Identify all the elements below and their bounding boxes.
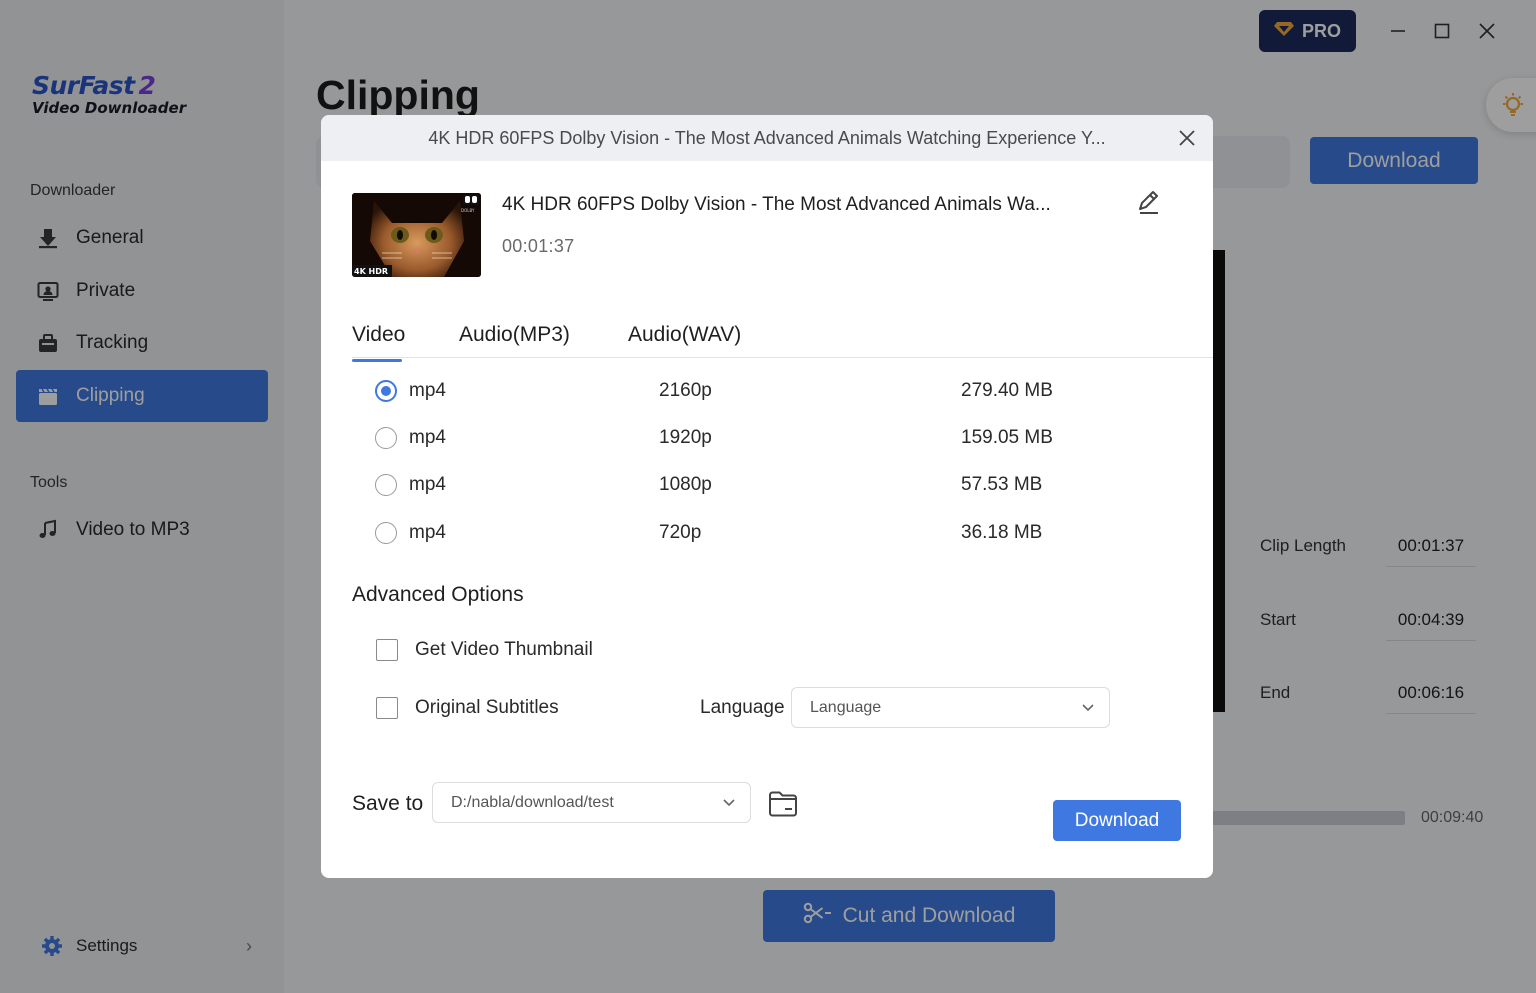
format-radio[interactable]	[375, 522, 397, 544]
pencil-icon	[1139, 191, 1158, 214]
advanced-options-title: Advanced Options	[352, 583, 524, 606]
video-thumbnail: DOLBY 4K HDR	[352, 193, 481, 277]
thumbnail-badge: 4K HDR	[354, 267, 388, 276]
download-options-dialog: 4K HDR 60FPS Dolby Vision - The Most Adv…	[321, 115, 1213, 878]
cat-thumbnail-image: DOLBY 4K HDR	[352, 193, 481, 277]
format-extension: mp4	[409, 474, 446, 495]
video-duration: 00:01:37	[502, 236, 575, 256]
format-size: 57.53 MB	[961, 474, 1043, 495]
dialog-header: 4K HDR 60FPS Dolby Vision - The Most Adv…	[321, 115, 1213, 161]
original-subtitles-option[interactable]: Original Subtitles	[376, 697, 559, 719]
format-extension: mp4	[409, 522, 446, 543]
language-select-value: Language	[810, 698, 882, 716]
format-size: 159.05 MB	[961, 427, 1053, 448]
format-radio[interactable]	[375, 427, 397, 449]
chevron-down-icon	[723, 798, 735, 806]
format-resolution: 1080p	[659, 474, 712, 495]
language-label: Language	[700, 697, 785, 718]
tab-audio-mp3[interactable]: Audio(MP3)	[459, 323, 628, 359]
format-option-row[interactable]: mp4 720p 36.18 MB	[375, 518, 1115, 548]
get-thumbnail-checkbox[interactable]	[376, 639, 398, 661]
get-thumbnail-option[interactable]: Get Video Thumbnail	[376, 639, 593, 661]
dialog-close-button[interactable]	[1175, 126, 1199, 150]
format-extension: mp4	[409, 427, 446, 448]
format-option-row[interactable]: mp4 1920p 159.05 MB	[375, 423, 1115, 453]
tab-video[interactable]: Video	[352, 323, 459, 362]
folder-icon	[769, 791, 797, 817]
format-radio[interactable]	[375, 474, 397, 496]
original-subtitles-checkbox[interactable]	[376, 697, 398, 719]
tabs-divider	[352, 357, 1213, 358]
browse-folder-button[interactable]	[767, 789, 799, 819]
format-option-row[interactable]: mp4 2160p 279.40 MB	[375, 376, 1115, 406]
chevron-down-icon	[1082, 703, 1094, 711]
save-to-label: Save to	[352, 792, 424, 815]
format-extension: mp4	[409, 380, 446, 401]
original-subtitles-label: Original Subtitles	[415, 697, 559, 718]
save-path-select[interactable]: D:/nabla/download/test	[432, 782, 751, 823]
edit-title-button[interactable]	[1135, 189, 1163, 217]
format-size: 279.40 MB	[961, 380, 1053, 401]
format-size: 36.18 MB	[961, 522, 1043, 543]
format-tabs: Video Audio(MP3) Audio(WAV)	[352, 323, 768, 362]
format-option-row[interactable]: mp4 1080p 57.53 MB	[375, 470, 1115, 500]
close-icon	[1179, 130, 1195, 146]
format-resolution: 2160p	[659, 380, 712, 401]
format-radio[interactable]	[375, 380, 397, 402]
tab-audio-wav[interactable]: Audio(WAV)	[628, 323, 768, 359]
format-resolution: 1920p	[659, 427, 712, 448]
save-path-value: D:/nabla/download/test	[451, 793, 614, 811]
language-select[interactable]: Language	[791, 687, 1110, 728]
format-resolution: 720p	[659, 522, 702, 543]
video-title: 4K HDR 60FPS Dolby Vision - The Most Adv…	[502, 194, 1051, 215]
dialog-download-button[interactable]: Download	[1053, 800, 1181, 841]
thumbnail-brand: DOLBY	[461, 208, 475, 213]
get-thumbnail-label: Get Video Thumbnail	[415, 639, 593, 660]
dialog-title: 4K HDR 60FPS Dolby Vision - The Most Adv…	[428, 127, 1106, 148]
